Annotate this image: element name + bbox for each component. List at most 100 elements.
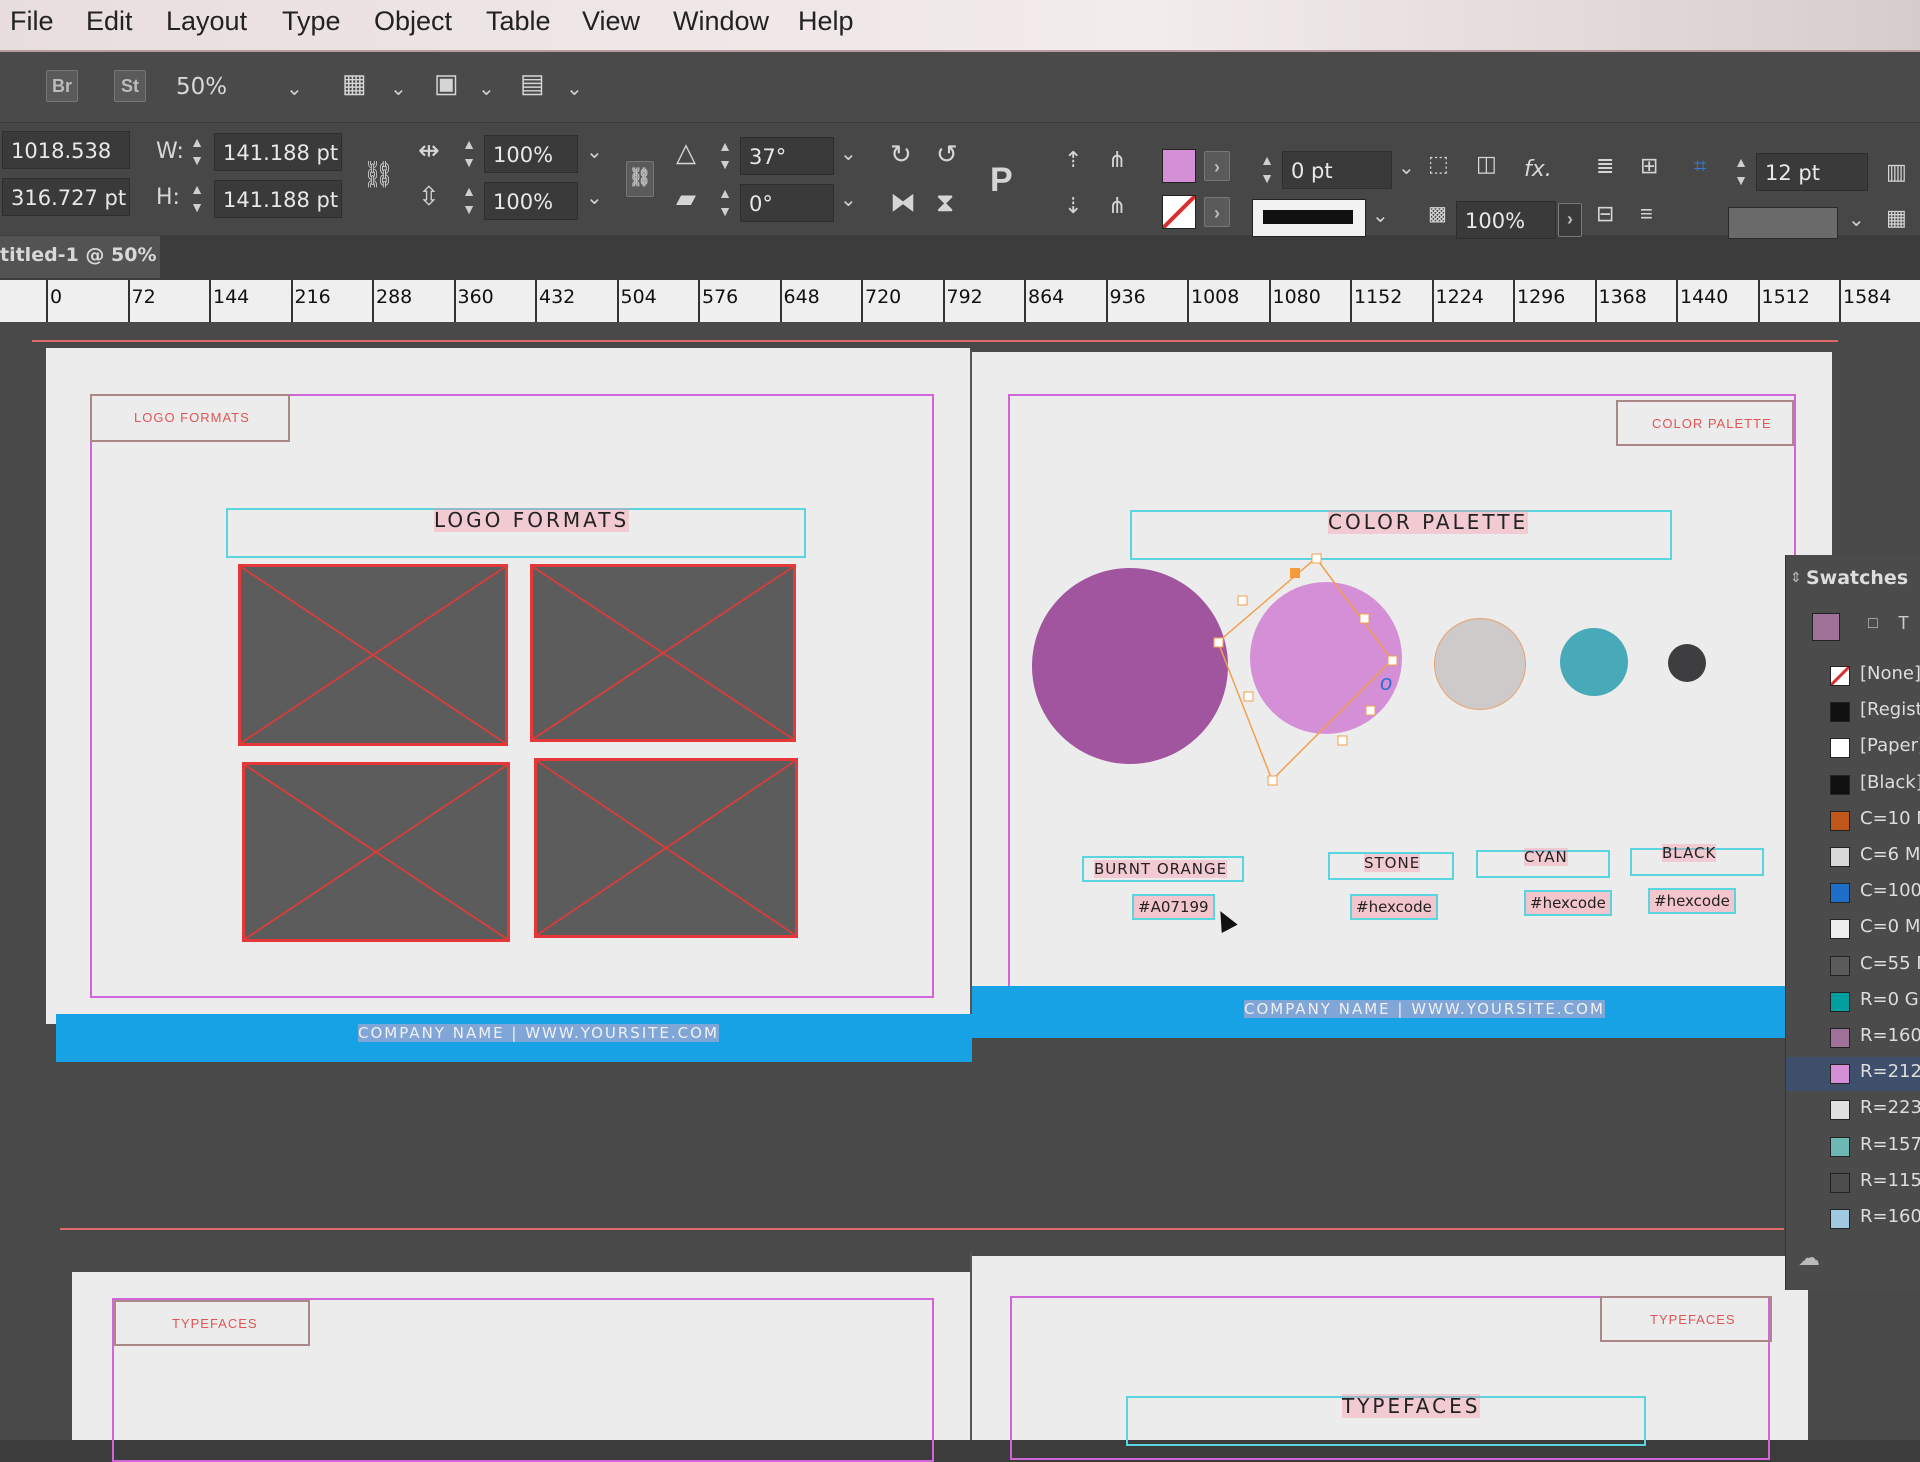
- effects-icon[interactable]: fx.: [1524, 157, 1552, 182]
- grid-toggle-icon[interactable]: ▦: [1886, 205, 1907, 231]
- menu-table[interactable]: Table: [486, 6, 551, 37]
- x-position-field[interactable]: 1018.538 pt: [2, 131, 130, 201]
- flip-horizontal-icon[interactable]: ⧓: [890, 187, 916, 218]
- swatch-row[interactable]: [Registr: [1786, 695, 1920, 729]
- flip-vertical-icon[interactable]: ⧗: [936, 187, 954, 219]
- logo-placeholder[interactable]: [242, 762, 510, 942]
- gap-field[interactable]: 12 pt: [1756, 153, 1868, 191]
- chevron-down-icon[interactable]: ⌄: [566, 76, 583, 101]
- shear-angle-field[interactable]: 0°: [740, 184, 834, 222]
- text-wrap-bbox-icon[interactable]: ⊞: [1640, 153, 1658, 179]
- stroke-weight-field[interactable]: 0 pt: [1282, 151, 1392, 189]
- stroke-swatch[interactable]: [1161, 194, 1197, 230]
- chevron-down-icon[interactable]: ⌄: [1372, 203, 1389, 228]
- swatch-row[interactable]: C=0 M=: [1786, 912, 1920, 946]
- cloud-library-icon[interactable]: ☁: [1798, 1245, 1820, 1271]
- section-tag-frame[interactable]: COLOR PALETTE: [1616, 400, 1794, 446]
- heading-frame[interactable]: TYPEFACES: [1126, 1394, 1646, 1446]
- color-swatch-circle[interactable]: [1434, 618, 1526, 710]
- footer-bar[interactable]: COMPANY NAME | WWW.YOURSITE.COM: [56, 1014, 972, 1062]
- page-color-palette[interactable]: COLOR PALETTE COLOR PALETTE o BURNT ORAN…: [972, 352, 1832, 1002]
- horizontal-ruler[interactable]: 0 72 144 216 288 360 432 504 576 648 720 792 864 936 1…: [0, 280, 1920, 323]
- stroke-weight-stepper-icon[interactable]: ▲ ▼: [1256, 151, 1278, 189]
- swatch-label-frame[interactable]: STONE: [1328, 852, 1454, 880]
- swatch-hex[interactable]: #hexcode: [1648, 888, 1736, 914]
- menu-window[interactable]: Window: [673, 6, 769, 37]
- panel-collapse-icon[interactable]: ⇕: [1790, 569, 1802, 586]
- chevron-down-icon[interactable]: ⌄: [1848, 207, 1865, 232]
- y-position-field[interactable]: 316.727 pt: [2, 178, 130, 216]
- scale-x-field[interactable]: 100%: [484, 135, 578, 173]
- swatch-row[interactable]: C=6 M=: [1786, 840, 1920, 874]
- section-tag-frame[interactable]: TYPEFACES: [1600, 1296, 1772, 1342]
- chevron-down-icon[interactable]: ⌄: [586, 185, 603, 210]
- swatch-hex[interactable]: #hexcode: [1524, 890, 1612, 916]
- color-swatch-circle[interactable]: [1032, 568, 1228, 764]
- stroke-options-chevron-icon[interactable]: ›: [1204, 197, 1230, 227]
- bridge-button[interactable]: Br: [46, 70, 78, 102]
- constrain-scale-icon[interactable]: ⛓: [626, 161, 654, 197]
- width-stepper-icon[interactable]: ▲ ▼: [186, 133, 208, 171]
- swatch-row[interactable]: R=212 G: [1786, 1057, 1920, 1092]
- swatch-row[interactable]: C=10 M: [1786, 804, 1920, 838]
- swatch-row[interactable]: C=100 I: [1786, 876, 1920, 910]
- select-next-icon[interactable]: ⋔: [1108, 193, 1126, 219]
- section-tag-frame[interactable]: LOGO FORMATS: [90, 394, 290, 442]
- select-container-icon[interactable]: ⇡: [1064, 147, 1082, 173]
- menu-view[interactable]: View: [582, 6, 640, 37]
- swatch-row[interactable]: [None]: [1786, 659, 1920, 693]
- fill-swatch[interactable]: [1162, 149, 1196, 183]
- swatch-row[interactable]: C=55 M: [1786, 949, 1920, 983]
- page-typefaces-left[interactable]: TYPEFACES: [72, 1272, 970, 1462]
- rotate-stepper-icon[interactable]: ▲ ▼: [714, 137, 736, 175]
- stock-button[interactable]: St: [114, 70, 146, 102]
- logo-placeholder[interactable]: [238, 564, 508, 746]
- object-style-field[interactable]: [1728, 207, 1838, 239]
- width-field[interactable]: 141.188 pt: [214, 133, 342, 171]
- reference-point-icon[interactable]: P: [990, 161, 1013, 200]
- swatch-label-frame[interactable]: CYAN: [1476, 848, 1610, 878]
- menu-layout[interactable]: Layout: [166, 6, 247, 37]
- arrange-documents-icon[interactable]: ▤: [520, 68, 545, 99]
- swatch-row[interactable]: R=160 G: [1786, 1202, 1920, 1236]
- height-stepper-icon[interactable]: ▲ ▼: [186, 180, 208, 218]
- menu-edit[interactable]: Edit: [86, 6, 133, 37]
- swatch-row[interactable]: [Paper]: [1786, 731, 1920, 765]
- chevron-down-icon[interactable]: ⌄: [840, 141, 857, 166]
- chevron-down-icon[interactable]: ⌄: [390, 76, 407, 101]
- view-options-icon[interactable]: ▦: [342, 68, 367, 99]
- text-wrap-none-icon[interactable]: ≣: [1596, 153, 1614, 179]
- page-typefaces-right[interactable]: TYPEFACES TYPEFACES: [972, 1256, 1808, 1460]
- opacity-chevron-icon[interactable]: ›: [1558, 203, 1582, 237]
- page-logo-formats[interactable]: LOGO FORMATS LOGO FORMATS: [46, 348, 970, 1024]
- swatch-row[interactable]: [Black]: [1786, 768, 1920, 802]
- swatch-label-frame[interactable]: BURNT ORANGE: [1082, 856, 1244, 882]
- text-wrap-shape-icon[interactable]: ⊟: [1596, 201, 1614, 227]
- scale-y-stepper-icon[interactable]: ▲ ▼: [458, 182, 480, 220]
- menu-type[interactable]: Type: [282, 6, 341, 37]
- swatch-row[interactable]: R=223 G: [1786, 1093, 1920, 1127]
- heading-frame[interactable]: COLOR PALETTE: [1130, 510, 1672, 560]
- frame-fitting-icon[interactable]: ⬚: [1428, 151, 1449, 177]
- logo-placeholder[interactable]: [530, 564, 796, 742]
- fill-stroke-proxy-icon[interactable]: [1812, 613, 1840, 641]
- chevron-down-icon[interactable]: ⌄: [586, 139, 603, 164]
- swatches-panel[interactable]: ⇕ Swatches □ T [None] [Registr [Paper] [Bla…: [1785, 555, 1920, 1290]
- constrain-proportions-icon[interactable]: ⛓: [362, 159, 395, 190]
- text-wrap-jump-icon[interactable]: ≡: [1640, 201, 1653, 227]
- stroke-type-field[interactable]: [1252, 199, 1366, 237]
- fill-options-chevron-icon[interactable]: ›: [1204, 151, 1230, 181]
- color-swatch-circle[interactable]: [1668, 644, 1706, 682]
- chevron-down-icon[interactable]: ⌄: [478, 76, 495, 101]
- swatch-label-frame[interactable]: BLACK: [1630, 844, 1764, 876]
- shear-stepper-icon[interactable]: ▲ ▼: [714, 184, 736, 222]
- zoom-dropdown-icon[interactable]: ⌄: [286, 76, 303, 101]
- document-tab[interactable]: titled-1 @ 50%: [0, 236, 160, 278]
- rotate-clockwise-icon[interactable]: ↻: [890, 139, 912, 170]
- rotate-counterclockwise-icon[interactable]: ↺: [936, 139, 958, 170]
- drop-shadow-icon[interactable]: ◫: [1476, 151, 1497, 177]
- zoom-level[interactable]: 50%: [176, 74, 227, 100]
- height-field[interactable]: 141.188 pt: [214, 180, 342, 218]
- selection-bounding-box[interactable]: o: [1213, 553, 1420, 786]
- text-formatting-icon[interactable]: T: [1898, 613, 1909, 634]
